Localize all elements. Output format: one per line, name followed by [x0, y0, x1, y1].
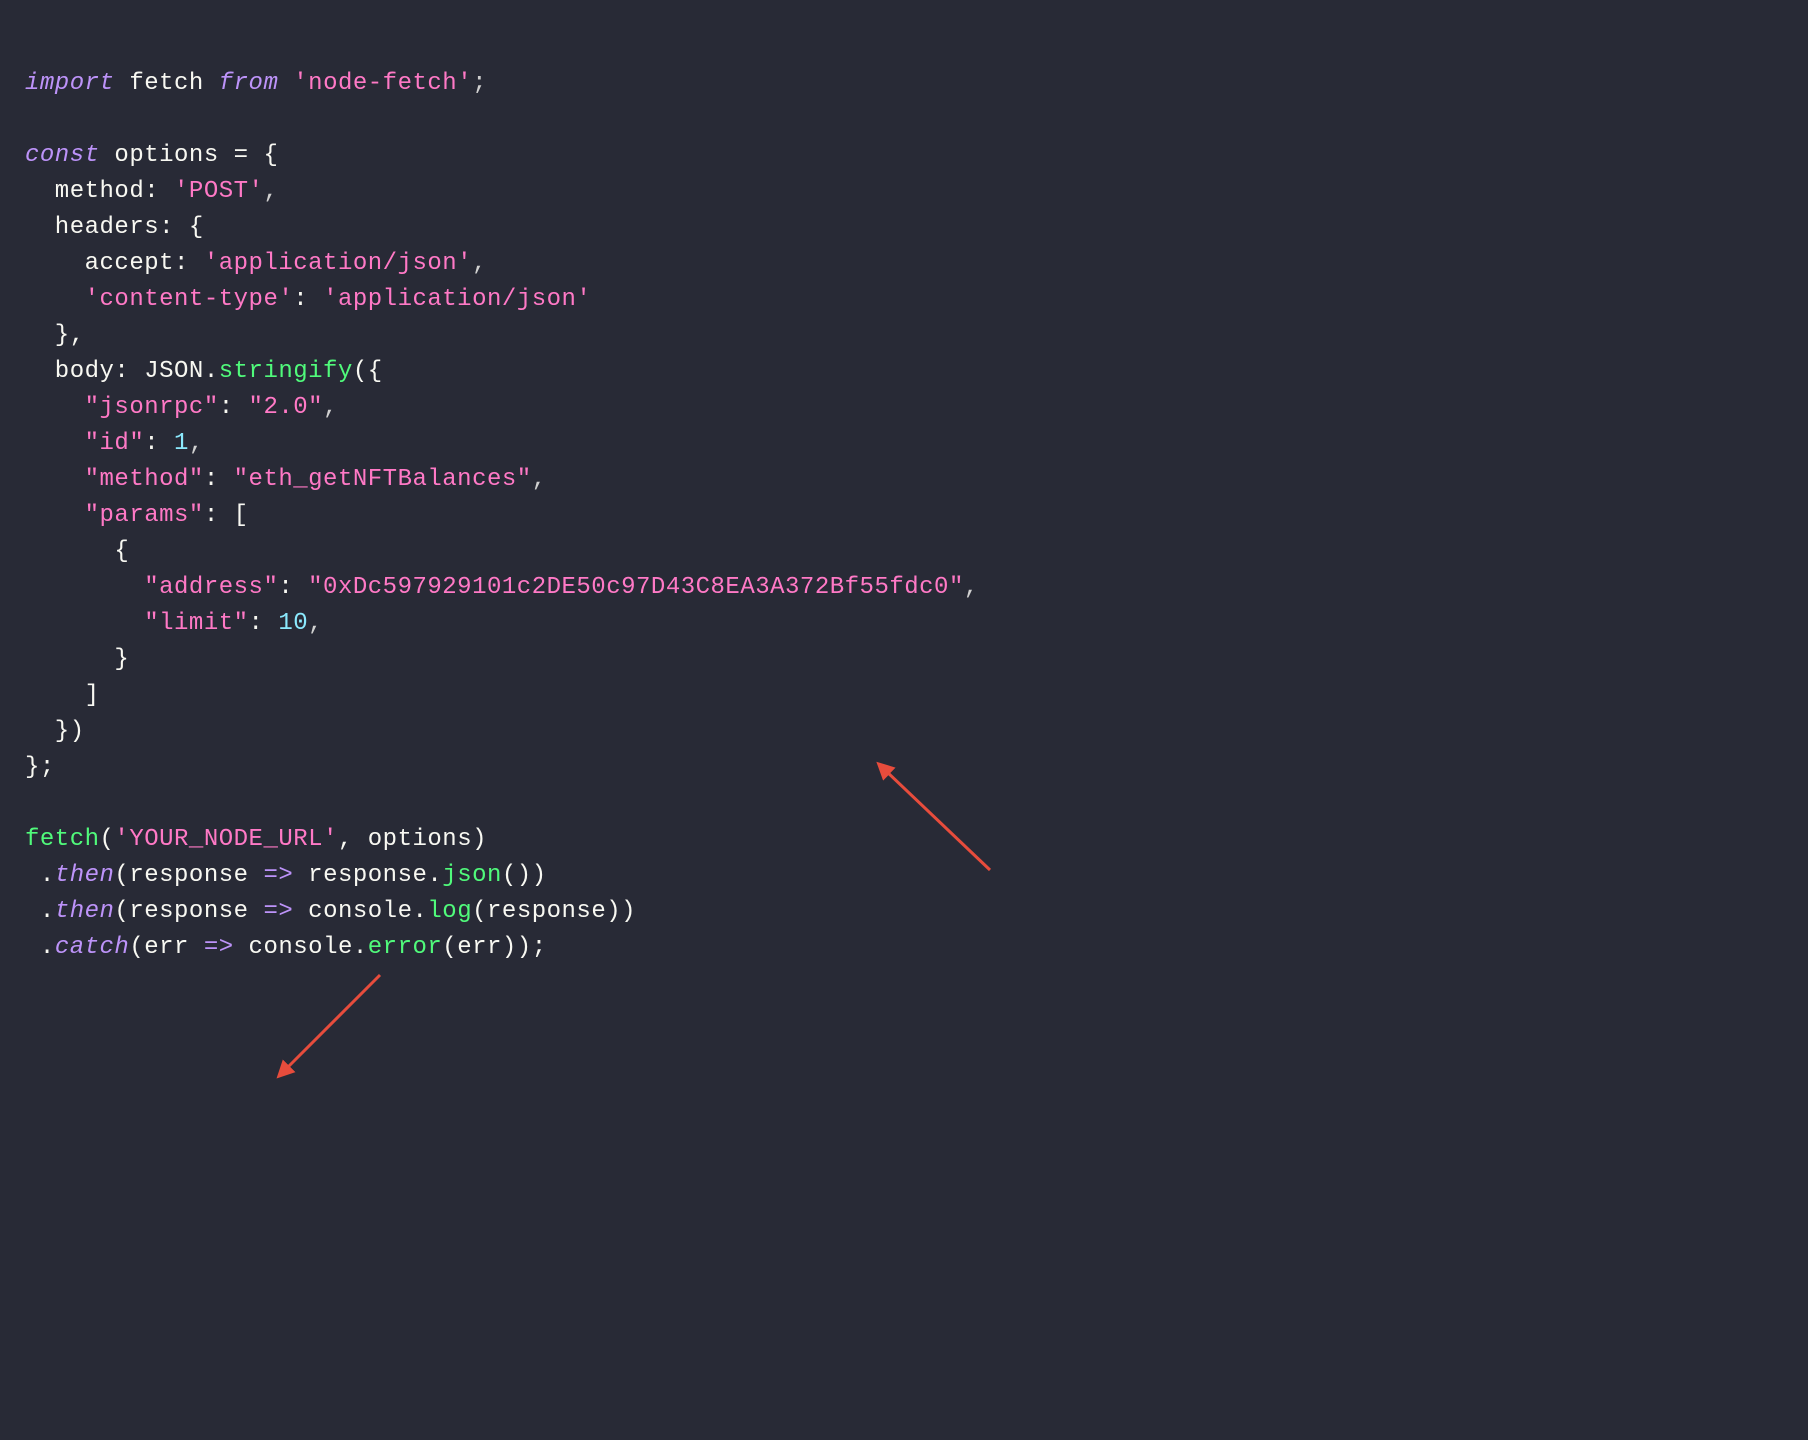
string-post: 'POST' — [174, 178, 263, 205]
number-id: 1 — [174, 430, 189, 457]
string-node-fetch: 'node-fetch' — [278, 70, 472, 97]
annotation-arrow-node-url — [270, 960, 400, 1090]
string-address-val: "0xDc597929101c2DE50c97D43C8EA3A372Bf55f… — [308, 574, 964, 601]
keyword-const: const — [25, 142, 100, 169]
string-content-type: 'application/json' — [323, 286, 591, 313]
keyword-import: import — [25, 70, 114, 97]
keyword-from: from — [219, 70, 279, 97]
keyword-catch: catch — [55, 934, 130, 961]
keyword-then: then — [55, 862, 115, 889]
method-error: error — [368, 934, 443, 961]
code-editor: import fetch from 'node-fetch'; const op… — [25, 30, 1783, 966]
method-json: json — [442, 862, 502, 889]
number-limit: 10 — [278, 610, 308, 637]
string-node-url: 'YOUR_NODE_URL' — [114, 826, 338, 853]
string-method-val: "eth_getNFTBalances" — [234, 466, 532, 493]
string-accept: 'application/json' — [204, 250, 472, 277]
method-log: log — [427, 898, 472, 925]
method-fetch: fetch — [25, 826, 100, 853]
string-jsonrpc-val: "2.0" — [249, 394, 324, 421]
method-stringify: stringify — [219, 358, 353, 385]
